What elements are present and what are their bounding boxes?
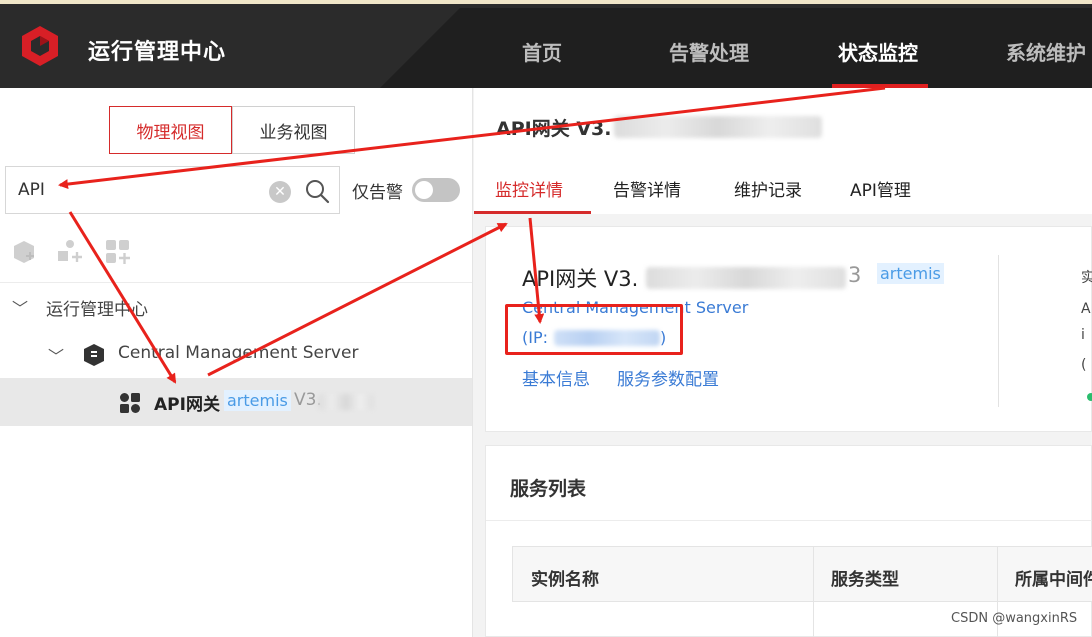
add-node-icon[interactable] — [10, 238, 38, 266]
search-input[interactable]: API ✕ — [5, 166, 340, 214]
app-title: 运行管理中心 — [88, 40, 227, 65]
top-edge — [0, 0, 1092, 4]
cut-off-text: ( — [1081, 357, 1087, 373]
sidebar: 物理视图 业务视图 API ✕ 仅告警 ﹀ 运行管理中心 ﹀ Central M… — [0, 88, 473, 637]
service-params-link[interactable]: 服务参数配置 — [617, 365, 719, 390]
nav-home[interactable]: 首页 — [522, 37, 562, 66]
service-list-card: 服务列表 实例名称 服务类型 所属中间件 — [485, 445, 1092, 637]
service-title-suffix: 3 — [848, 263, 862, 287]
tree-node-root[interactable]: ﹀ 运行管理中心 — [0, 283, 472, 331]
status-dot — [1087, 393, 1092, 401]
service-tag: artemis — [877, 263, 944, 284]
search-value: API — [18, 180, 45, 200]
cut-off-text: 实 — [1081, 270, 1092, 286]
nav-status-monitoring[interactable]: 状态监控 — [838, 37, 918, 66]
server-icon — [84, 344, 104, 366]
top-bar: 运行管理中心 首页 告警处理 状态监控 系统维护 — [0, 0, 1092, 88]
chevron-down-icon[interactable]: ﹀ — [12, 295, 28, 319]
tree-node-api-gateway[interactable]: API网关 artemis V3. — [0, 378, 472, 426]
alarm-only-label: 仅告警 — [352, 183, 403, 203]
alarm-only-toggle[interactable] — [412, 178, 460, 202]
view-toggle: 物理视图 业务视图 — [109, 106, 355, 154]
table-header: 实例名称 服务类型 所属中间件 — [512, 546, 1092, 637]
tree-node-tag: artemis — [224, 390, 291, 411]
physical-view-button[interactable]: 物理视图 — [109, 106, 232, 154]
redacted-text — [614, 116, 822, 138]
redacted-text — [318, 394, 374, 410]
page-title: API网关 V3. — [496, 118, 612, 140]
main-panel: API网关 V3. 监控详情 告警详情 维护记录 API管理 API网关 V3.… — [474, 88, 1092, 637]
app-logo-icon — [22, 26, 58, 66]
tree-node-server[interactable]: ﹀ Central Management Server — [0, 331, 472, 379]
tab-monitoring-details[interactable]: 监控详情 — [495, 176, 563, 201]
tree-root-label: 运行管理中心 — [46, 300, 148, 320]
tab-maintenance-records[interactable]: 维护记录 — [734, 176, 802, 201]
cut-off-text: i — [1081, 327, 1085, 343]
service-title: API网关 V3. — [522, 267, 639, 291]
tab-api-management[interactable]: API管理 — [850, 176, 911, 201]
tree-server-label: Central Management Server — [118, 343, 359, 363]
tab-active-indicator — [474, 211, 591, 214]
column-instance-name[interactable]: 实例名称 — [531, 565, 599, 590]
redacted-text — [646, 267, 846, 289]
ip-highlight-box — [505, 304, 683, 355]
watermark: CSDN @wangxinRS — [951, 611, 1078, 626]
clear-icon[interactable]: ✕ — [269, 181, 291, 203]
service-list-title: 服务列表 — [510, 478, 587, 500]
tab-alarm-details[interactable]: 告警详情 — [613, 176, 681, 201]
add-service-icon[interactable] — [104, 238, 132, 266]
column-service-type[interactable]: 服务类型 — [831, 565, 899, 590]
service-icon — [120, 393, 140, 413]
column-divider — [813, 547, 814, 637]
search-icon[interactable] — [304, 178, 330, 204]
column-middleware[interactable]: 所属中间件 — [1015, 565, 1092, 590]
tree-node-label: API网关 — [154, 395, 220, 415]
add-group-icon[interactable] — [56, 238, 84, 266]
basic-info-link[interactable]: 基本信息 — [522, 365, 590, 390]
detail-divider — [998, 255, 999, 407]
nav-system-maintenance[interactable]: 系统维护 — [1006, 37, 1086, 66]
nav-alarm-handling[interactable]: 告警处理 — [669, 37, 749, 66]
cut-off-text: A — [1081, 301, 1091, 317]
toggle-knob — [415, 181, 433, 199]
list-separator — [486, 520, 1092, 521]
business-view-button[interactable]: 业务视图 — [232, 106, 355, 154]
detail-header: API网关 V3. 监控详情 告警详情 维护记录 API管理 — [474, 88, 1092, 214]
chevron-down-icon[interactable]: ﹀ — [48, 343, 64, 367]
